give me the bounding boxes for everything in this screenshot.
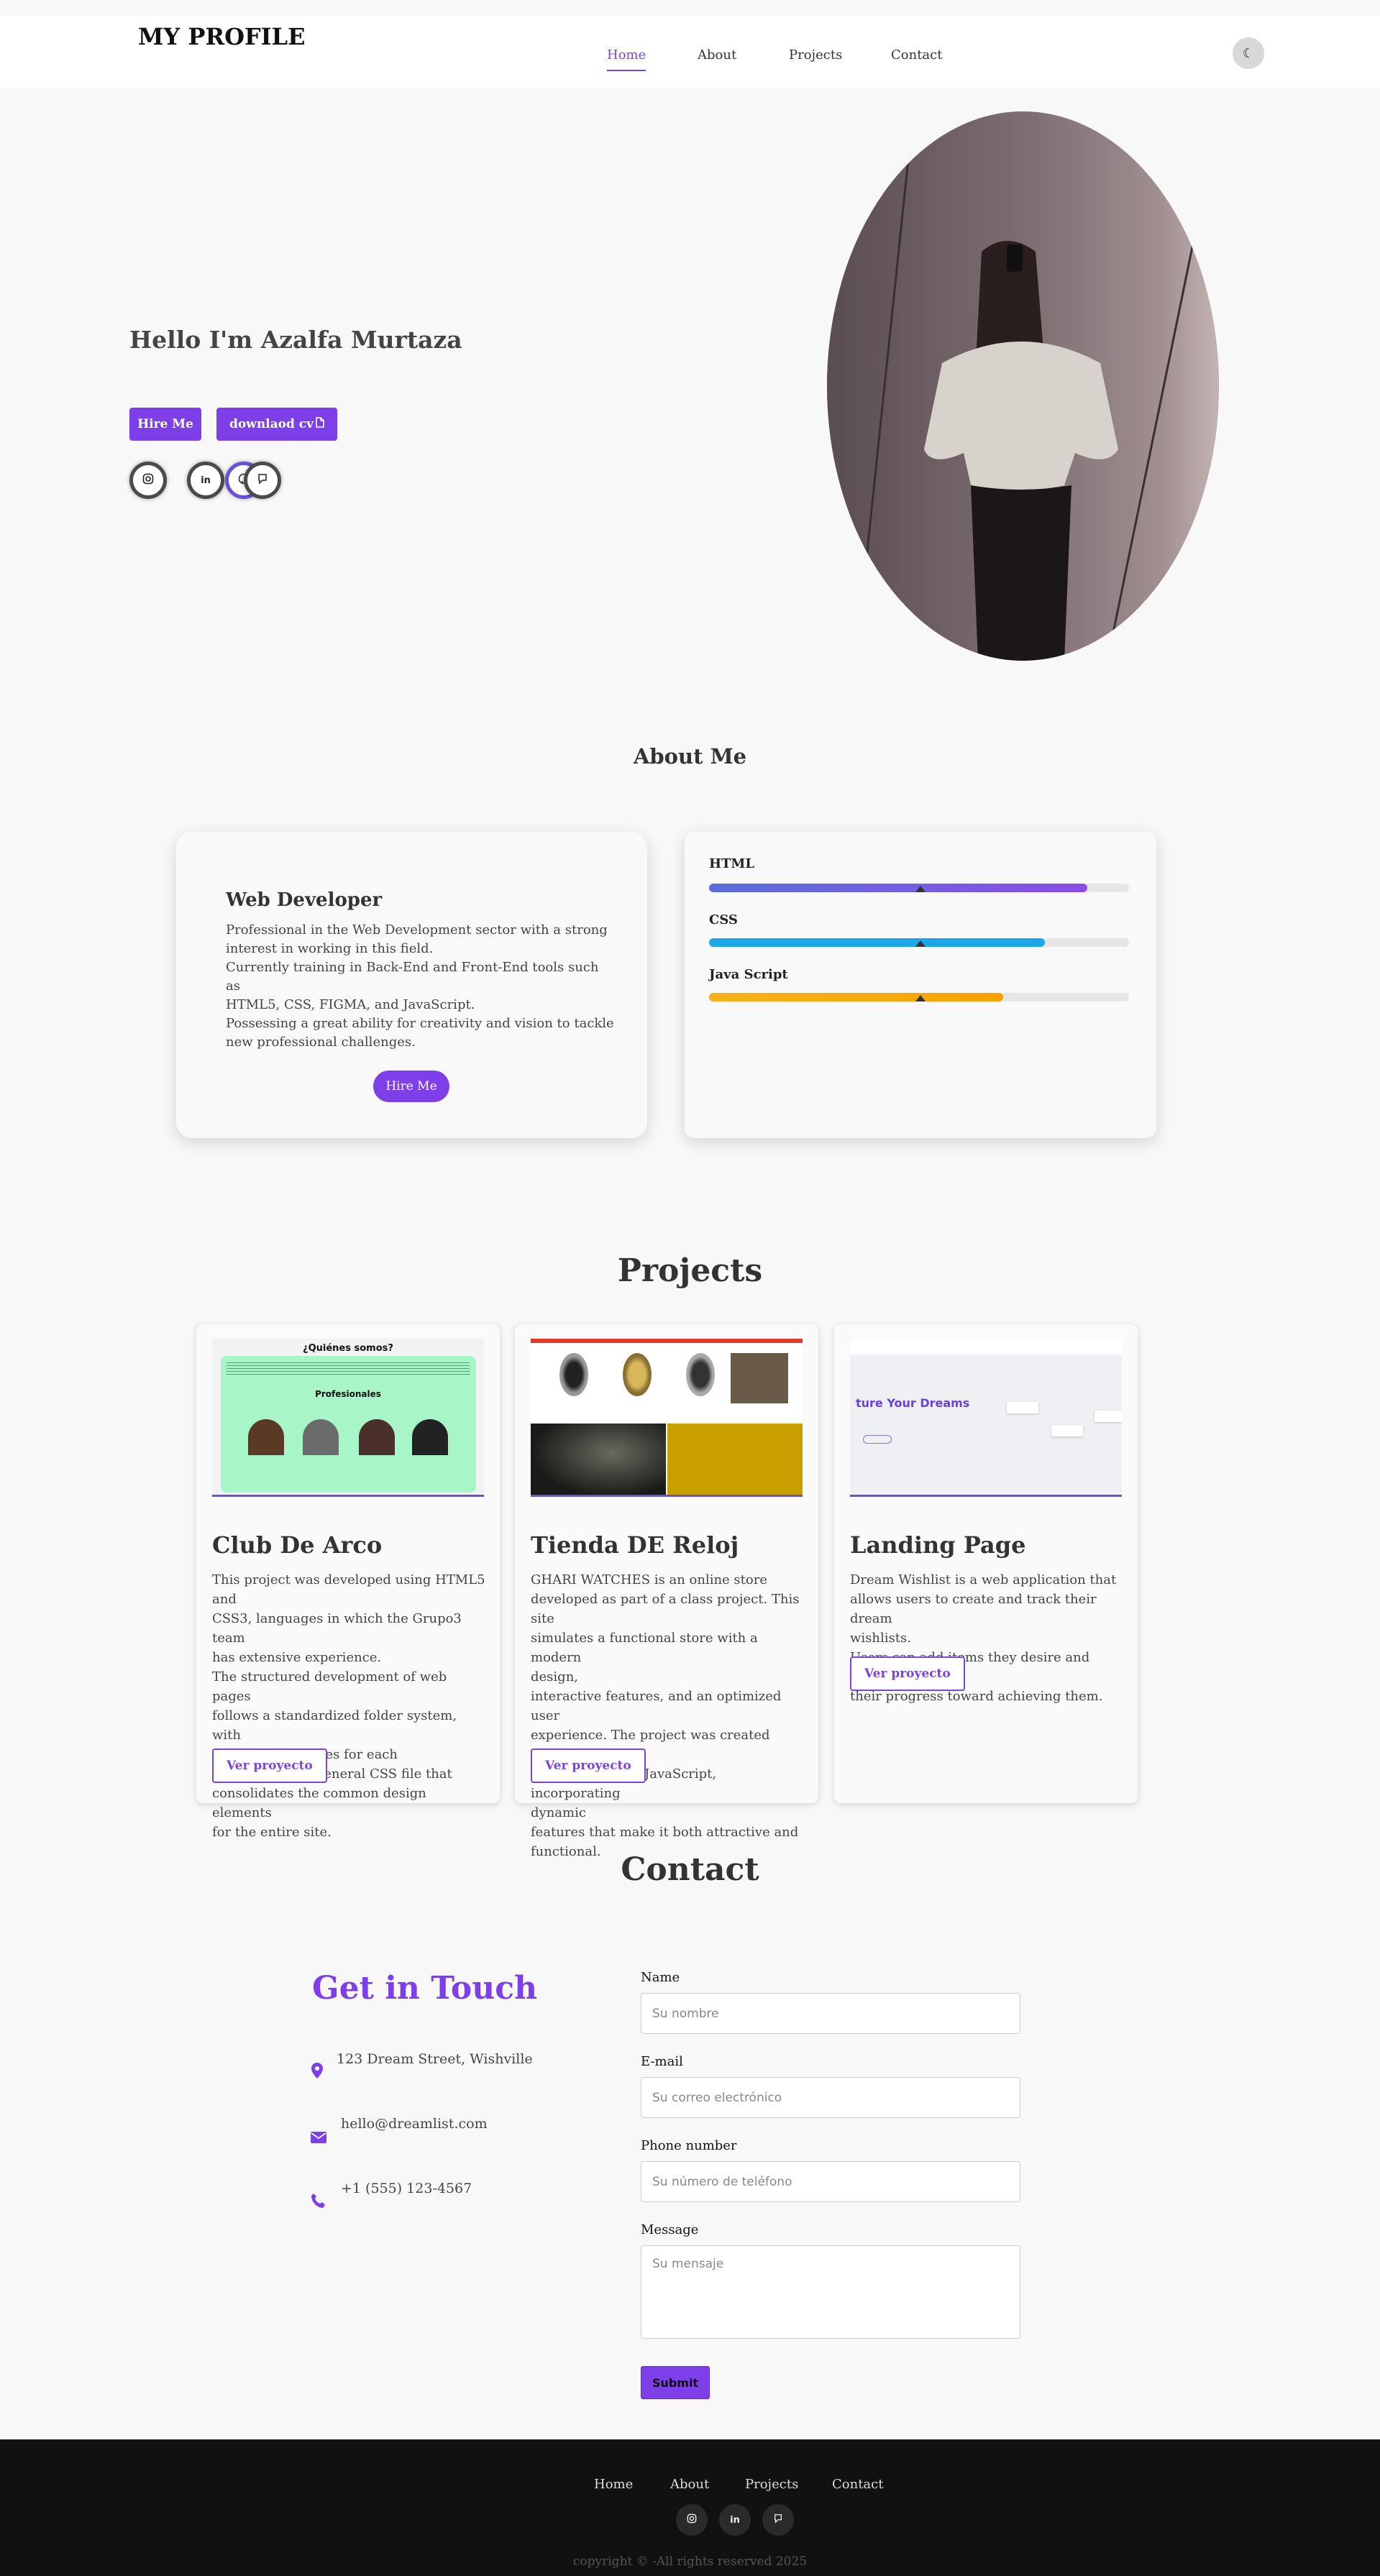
phone-field[interactable]: Su número de teléfono <box>641 2161 1020 2202</box>
name-label: Name <box>641 1970 680 1985</box>
project-description: This project was developed using HTML5 a… <box>212 1572 485 1840</box>
brand-logo[interactable]: MY PROFILE <box>138 23 306 50</box>
skills-card: HTML CSS Java Script <box>685 832 1156 1138</box>
linkedin-icon: in <box>730 2514 740 2526</box>
project-title: Landing Page <box>850 1531 1026 1559</box>
theme-toggle-button[interactable]: ☾ <box>1233 37 1264 69</box>
email-field[interactable]: Su correo electrónico <box>641 2077 1020 2118</box>
project-card-landing-page: ture Your Dreams Landing Page Dream Wish… <box>834 1324 1138 1803</box>
skill-html-label: HTML <box>709 856 754 871</box>
footer-linkedin-link[interactable]: in <box>719 2504 751 2536</box>
hero-instagram-link[interactable] <box>129 462 167 499</box>
phone-label: Phone number <box>641 2138 737 2153</box>
nav-projects[interactable]: Projects <box>789 47 842 70</box>
about-role: Web Developer <box>226 889 383 911</box>
contact-phone[interactable]: +1 (555) 123-4567 <box>341 2181 472 2196</box>
footer-link-home[interactable]: Home <box>594 2477 633 2492</box>
skill-js-fill <box>709 993 1003 1001</box>
file-icon <box>316 417 324 431</box>
skill-marker <box>915 995 926 1001</box>
skill-css-fill <box>709 938 1046 947</box>
download-cv-label: downlaod cv <box>229 417 314 431</box>
project-title: Tienda DE Reloj <box>531 1531 739 1559</box>
download-cv-button[interactable]: downlaod cv <box>216 408 337 441</box>
about-description: Professional in the Web Development sect… <box>226 922 614 1050</box>
project-card-club-de-arco: ¿Quiénes somos? Profesionales Club De Ar… <box>196 1324 500 1840</box>
github-icon <box>773 2513 783 2526</box>
linkedin-icon: in <box>201 475 211 486</box>
skill-css-label: CSS <box>709 912 738 927</box>
instagram-icon <box>142 473 154 487</box>
skill-js-label: Java Script <box>709 967 788 982</box>
project-card-tienda-de-reloj: Tienda DE Reloj GHARI WATCHES is an onli… <box>515 1324 818 1859</box>
nav-about[interactable]: About <box>698 47 736 70</box>
github-icon <box>257 473 268 487</box>
thumb-heading: ¿Quiénes somos? <box>303 1343 393 1354</box>
location-icon <box>311 2062 324 2084</box>
hero-github-link-overlap[interactable] <box>244 462 281 499</box>
skill-html-bar <box>709 884 1129 892</box>
about-card: Web Developer Professional in the Web De… <box>176 832 647 1138</box>
get-in-touch-heading: Get in Touch <box>312 1970 538 2007</box>
phone-icon <box>311 2193 326 2213</box>
skill-marker <box>915 886 926 892</box>
submit-button[interactable]: Submit <box>641 2366 710 2399</box>
view-project-button[interactable]: Ver proyecto <box>531 1748 646 1783</box>
projects-section-title: Projects <box>617 1252 763 1289</box>
thumb-heading: ture Your Dreams <box>856 1396 970 1410</box>
project-thumbnail <box>531 1339 803 1497</box>
project-thumbnail: ture Your Dreams <box>850 1339 1122 1497</box>
nav-home[interactable]: Home <box>607 47 646 71</box>
project-title: Club De Arco <box>212 1531 383 1559</box>
message-label: Message <box>641 2222 699 2237</box>
footer-instagram-link[interactable] <box>676 2504 708 2536</box>
copyright-text: copyright © -All rights reserved 2025 <box>572 2554 808 2569</box>
message-field[interactable]: Su mensaje <box>641 2245 1020 2339</box>
hero-linkedin-link[interactable]: in <box>187 462 224 499</box>
skill-js-bar <box>709 993 1129 1001</box>
nav-contact[interactable]: Contact <box>891 47 942 70</box>
contact-address: 123 Dream Street, Wishville <box>337 2051 533 2067</box>
footer-link-contact[interactable]: Contact <box>832 2477 883 2492</box>
skill-css-bar <box>709 938 1129 947</box>
footer-link-about[interactable]: About <box>670 2477 709 2492</box>
contact-section-title: Contact <box>621 1851 759 1888</box>
name-field[interactable]: Su nombre <box>641 1993 1020 2034</box>
project-thumbnail: ¿Quiénes somos? Profesionales <box>212 1339 484 1497</box>
skill-marker <box>915 940 926 947</box>
email-label: E-mail <box>641 2054 683 2069</box>
hero-hire-button[interactable]: Hire Me <box>129 408 201 441</box>
footer-link-projects[interactable]: Projects <box>745 2477 798 2492</box>
profile-photo <box>827 111 1219 661</box>
hero-greeting: Hello I'm Azalfa Murtaza <box>129 326 462 354</box>
instagram-icon <box>687 2513 697 2526</box>
about-hire-button[interactable]: Hire Me <box>373 1071 449 1102</box>
contact-email[interactable]: hello@dreamlist.com <box>341 2116 488 2132</box>
mail-icon <box>311 2130 326 2148</box>
footer-github-link[interactable] <box>762 2504 794 2536</box>
thumb-subheading: Profesionales <box>315 1389 381 1399</box>
skill-html-fill <box>709 884 1087 892</box>
view-project-button[interactable]: Ver proyecto <box>212 1748 327 1783</box>
project-description: GHARI WATCHES is an online store develop… <box>531 1572 800 1859</box>
moon-icon: ☾ <box>1242 45 1255 61</box>
view-project-button[interactable]: Ver proyecto <box>850 1656 965 1691</box>
site-header: MY PROFILE Home About Projects Contact ☾ <box>0 16 1380 88</box>
site-footer: Home About Projects Contact in copyright… <box>0 2439 1380 2576</box>
about-section-title: About Me <box>633 744 747 769</box>
